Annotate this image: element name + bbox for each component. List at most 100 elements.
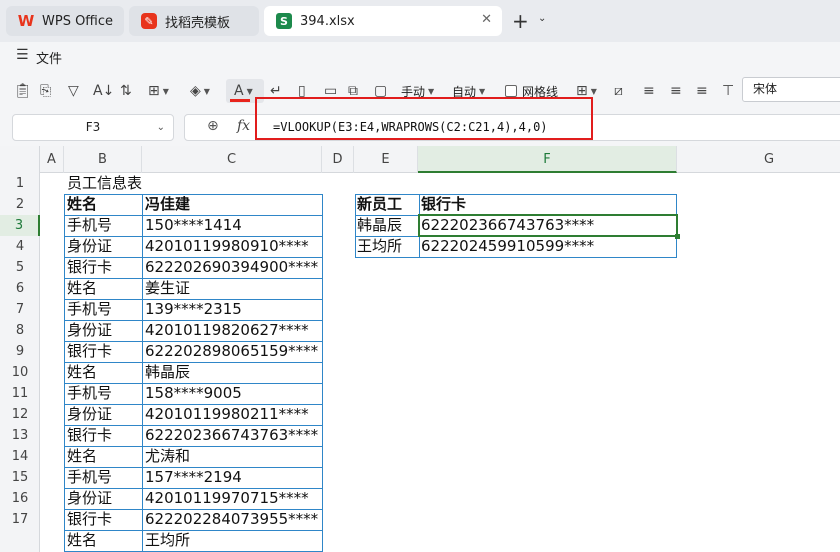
left-table-label-cell[interactable]: 手机号 (65, 215, 112, 236)
right-table-card-cell[interactable]: 银行卡 (419, 194, 466, 215)
tab-templates[interactable]: ✎ 找稻壳模板 (129, 6, 259, 36)
row-header-5[interactable]: 5 (0, 257, 40, 278)
left-table-value-cell[interactable]: 尤涛和 (143, 446, 190, 467)
column-header-g[interactable]: G (677, 146, 840, 173)
cell-style-icon[interactable]: ⧄ (614, 80, 623, 102)
gridlines-checkbox[interactable] (505, 85, 517, 97)
chevron-down-icon[interactable]: ⌄ (538, 13, 546, 24)
column-header-d[interactable]: D (322, 146, 354, 173)
left-table-value-cell[interactable]: 王均所 (143, 530, 190, 551)
row-header-1[interactable]: 1 (0, 173, 40, 194)
sort-descending-icon[interactable]: ⇅ (120, 80, 132, 102)
column-header-e[interactable]: E (354, 146, 418, 173)
row-header-4[interactable]: 4 (0, 236, 40, 257)
align-top-icon[interactable]: ⊤ (722, 80, 734, 102)
column-header-b[interactable]: B (64, 146, 142, 173)
left-table-value-cell[interactable]: 韩晶辰 (143, 362, 190, 383)
cell-area[interactable]: 员工信息表 姓名 冯佳建 手机号 150****1414 身份证 4201011998091… (40, 173, 840, 552)
left-table-value-cell[interactable]: 42010119970715**** (143, 488, 309, 509)
left-table-value-cell[interactable]: 42010119980910**** (143, 236, 309, 257)
left-table-value-cell[interactable]: 158****9005 (143, 383, 242, 404)
tab-wps-office[interactable]: W WPS Office (6, 6, 124, 36)
format-painter-icon[interactable]: ⎘ (40, 80, 51, 102)
wps-logo-icon: W (17, 12, 35, 30)
left-table-value-cell[interactable]: 622202284073955**** (143, 509, 318, 530)
hamburger-menu-icon[interactable]: ☰ (16, 47, 29, 63)
left-table-row-border (64, 236, 322, 237)
fill-handle[interactable] (675, 234, 680, 239)
left-table-label-cell[interactable]: 姓名 (65, 362, 97, 383)
left-table-value-cell[interactable]: 157****2194 (143, 467, 242, 488)
row-header-17[interactable]: 17 (0, 509, 40, 530)
left-table-label-cell[interactable]: 身份证 (65, 488, 112, 509)
left-table-value-cell[interactable]: 622202690394900**** (143, 257, 318, 278)
select-all-corner[interactable] (0, 146, 40, 173)
row-header-6[interactable]: 6 (0, 278, 40, 299)
row-header-12[interactable]: 12 (0, 404, 40, 425)
left-table-label-cell[interactable]: 身份证 (65, 404, 112, 425)
row-header-16[interactable]: 16 (0, 488, 40, 509)
fill-color-icon[interactable]: ◈ ▼ (190, 80, 210, 102)
paste-icon[interactable]: 📋︎ (14, 80, 32, 102)
left-table-label-cell[interactable]: 姓名 (65, 194, 97, 215)
align-right-icon[interactable]: ≡ (696, 80, 708, 102)
left-table-label-cell[interactable]: 银行卡 (65, 341, 112, 362)
zoom-icon[interactable]: ⊕ (207, 118, 219, 134)
left-table-label-cell[interactable]: 姓名 (65, 446, 97, 467)
row-header-9[interactable]: 9 (0, 341, 40, 362)
sheet-title-cell[interactable]: 员工信息表 (65, 173, 142, 194)
column-header-c[interactable]: C (142, 146, 322, 173)
new-tab-icon[interactable]: + (512, 9, 529, 33)
left-table-label-cell[interactable]: 身份证 (65, 236, 112, 257)
left-table-value-cell[interactable]: 150****1414 (143, 215, 242, 236)
row-header-11[interactable]: 11 (0, 383, 40, 404)
chevron-down-icon[interactable]: ⌄ (157, 115, 165, 140)
right-table-card-cell[interactable]: 622202459910599**** (419, 236, 594, 257)
row-header-14[interactable]: 14 (0, 446, 40, 467)
row-header-3[interactable]: 3 (0, 215, 40, 236)
right-table-name-cell[interactable]: 新员工 (355, 194, 402, 215)
left-table-label-cell[interactable]: 姓名 (65, 278, 97, 299)
close-tab-icon[interactable]: ✕ (481, 12, 492, 27)
docer-logo-icon: ✎ (141, 13, 157, 29)
menu-file[interactable]: 文件 (36, 48, 62, 67)
column-header-a[interactable]: A (40, 146, 64, 173)
left-table-label-cell[interactable]: 身份证 (65, 320, 112, 341)
filter-icon[interactable]: ▽ (68, 80, 79, 102)
row-header-7[interactable]: 7 (0, 299, 40, 320)
left-table-value-cell[interactable]: 622202898065159**** (143, 341, 318, 362)
left-table-value-cell[interactable]: 冯佳建 (143, 194, 190, 215)
left-table-label-cell[interactable]: 姓名 (65, 530, 97, 551)
font-family-select[interactable]: 宋体 (742, 77, 840, 102)
borders-icon[interactable]: ⊞ ▼ (148, 80, 169, 102)
left-table-label-cell[interactable]: 手机号 (65, 383, 112, 404)
fx-icon[interactable]: fx (237, 118, 250, 134)
row-header-8[interactable]: 8 (0, 320, 40, 341)
left-table-value-cell[interactable]: 姜生证 (143, 278, 190, 299)
row-header-2[interactable]: 2 (0, 194, 40, 215)
left-table-label-cell[interactable]: 银行卡 (65, 257, 112, 278)
cell-reference: F3 (85, 120, 101, 134)
left-table-value-cell[interactable]: 42010119980211**** (143, 404, 309, 425)
left-table-label-cell[interactable]: 银行卡 (65, 509, 112, 530)
tab-active-file[interactable]: S 394.xlsx ✕ (264, 6, 502, 36)
left-table-value-cell[interactable]: 139****2315 (143, 299, 242, 320)
left-table-label-cell[interactable]: 银行卡 (65, 425, 112, 446)
sort-ascending-icon[interactable]: A↓ (93, 80, 114, 102)
left-table-label-cell[interactable]: 手机号 (65, 299, 112, 320)
row-header-10[interactable]: 10 (0, 362, 40, 383)
row-header-15[interactable]: 15 (0, 467, 40, 488)
right-table-name-cell[interactable]: 韩晶辰 (355, 215, 402, 236)
active-cell-selection (418, 214, 678, 237)
row-header-13[interactable]: 13 (0, 425, 40, 446)
right-table-name-cell[interactable]: 王均所 (355, 236, 402, 257)
left-table-value-cell[interactable]: 42010119820627**** (143, 320, 309, 341)
align-left-icon[interactable]: ≡ (643, 80, 655, 102)
tab-templates-label: 找稻壳模板 (165, 15, 231, 31)
align-center-icon[interactable]: ≡ (670, 80, 682, 102)
left-table-label-cell[interactable]: 手机号 (65, 467, 112, 488)
column-header-f[interactable]: F (418, 146, 677, 173)
left-table-value-cell[interactable]: 622202366743763**** (143, 425, 318, 446)
chevron-down-icon: ▼ (479, 86, 486, 96)
name-box[interactable]: F3 ⌄ (12, 114, 174, 141)
